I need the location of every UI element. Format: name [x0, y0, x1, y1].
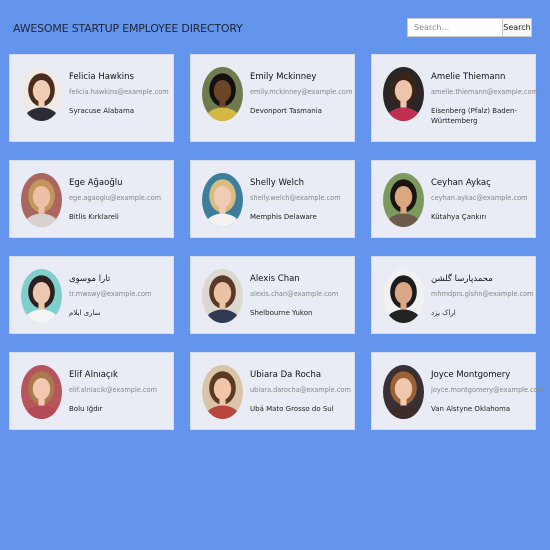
- employee-location: Bitlis Kırklareli: [69, 213, 119, 221]
- employee-location: Memphis Delaware: [250, 213, 317, 221]
- employee-location: اراک یزد: [431, 309, 456, 317]
- employee-card[interactable]: Emily Mckinney emily.mckinney@example.co…: [190, 54, 355, 142]
- employee-photo: [383, 269, 424, 323]
- employee-name: Ege Ağaoğlu: [69, 178, 123, 188]
- employee-card[interactable]: Amelie Thiemann amelie.thiemann@example.…: [371, 54, 538, 142]
- employee-email: ege.agaoglu@example.com: [69, 194, 162, 202]
- employee-name: تارا موسوی: [69, 274, 111, 284]
- employee-email: felicia.hawkins@example.com: [69, 88, 169, 96]
- employee-email: amelie.thiemann@example.com: [431, 88, 538, 96]
- employee-location: Van Alstyne Oklahoma: [431, 405, 511, 413]
- employee-card[interactable]: Ceyhan Aykaç ceyhan.aykac@example.com Kü…: [371, 160, 536, 238]
- employee-card[interactable]: Joyce Montgomery joyce.montgomery@exampl…: [371, 352, 544, 430]
- employee-photo: [383, 67, 424, 121]
- employee-location: Bolu Iğdır: [69, 405, 103, 413]
- employee-location: ساری ایلام: [69, 309, 101, 317]
- employee-email: mhmdprs.glshn@example.com: [431, 290, 534, 298]
- employee-name: Amelie Thiemann: [431, 72, 506, 82]
- employee-photo: [21, 269, 62, 323]
- employee-photo: [21, 173, 62, 227]
- employee-name: Felicia Hawkins: [69, 72, 134, 82]
- employee-card[interactable]: تارا موسوی tr.mwswy@example.com ساری ایل…: [9, 256, 174, 334]
- employee-card[interactable]: Ege Ağaoğlu ege.agaoglu@example.com Bitl…: [9, 160, 174, 238]
- employee-card[interactable]: Alexis Chan alexis.chan@example.com Shel…: [190, 256, 355, 334]
- employee-photo: [202, 67, 243, 121]
- employee-name: Shelly Welch: [250, 178, 305, 188]
- employee-location: Eisenberg (Pfalz) Baden-Württemberg: [431, 107, 518, 125]
- employee-photo: [21, 365, 62, 419]
- employee-photo: [21, 67, 62, 121]
- employee-card[interactable]: Elif Alnıaçık elif.alniacik@example.com …: [9, 352, 174, 430]
- employee-photo: [202, 173, 243, 227]
- employee-email: tr.mwswy@example.com: [69, 290, 152, 298]
- employee-location: Shelbourne Yukon: [250, 309, 313, 317]
- employee-name: Ceyhan Aykaç: [431, 178, 491, 188]
- employee-email: elif.alniacik@example.com: [69, 386, 158, 394]
- employee-email: ubiara.darocha@example.com: [250, 386, 351, 394]
- employee-photo: [202, 269, 243, 323]
- employee-name: Elif Alnıaçık: [69, 370, 118, 380]
- employee-location: Kütahya Çankırı: [431, 213, 487, 221]
- employee-email: shelly.welch@example.com: [250, 194, 341, 202]
- employee-email: ceyhan.aykac@example.com: [431, 194, 528, 202]
- employee-email: joyce.montgomery@example.com: [431, 386, 545, 394]
- employee-card[interactable]: Shelly Welch shelly.welch@example.com Me…: [190, 160, 355, 238]
- employee-location: Ubá Mato Grosso do Sul: [250, 405, 334, 413]
- employee-gallery: Felicia Hawkins felicia.hawkins@example.…: [0, 0, 550, 550]
- employee-location: Syracuse Alabama: [69, 107, 135, 115]
- employee-name: محمدپارسا گلشن: [431, 274, 493, 284]
- employee-photo: [383, 365, 424, 419]
- employee-card[interactable]: محمدپارسا گلشن mhmdprs.glshn@example.com…: [371, 256, 536, 334]
- employee-location: Devonport Tasmania: [250, 107, 322, 115]
- employee-card[interactable]: Felicia Hawkins felicia.hawkins@example.…: [9, 54, 174, 142]
- employee-email: alexis.chan@example.com: [250, 290, 339, 298]
- employee-name: Emily Mckinney: [250, 72, 317, 82]
- employee-card[interactable]: Ubiara Da Rocha ubiara.darocha@example.c…: [190, 352, 355, 430]
- employee-name: Ubiara Da Rocha: [250, 370, 322, 380]
- employee-photo: [202, 365, 243, 419]
- employee-name: Joyce Montgomery: [431, 370, 511, 380]
- employee-photo: [383, 173, 424, 227]
- employee-email: emily.mckinney@example.com: [250, 88, 353, 96]
- employee-name: Alexis Chan: [250, 274, 300, 284]
